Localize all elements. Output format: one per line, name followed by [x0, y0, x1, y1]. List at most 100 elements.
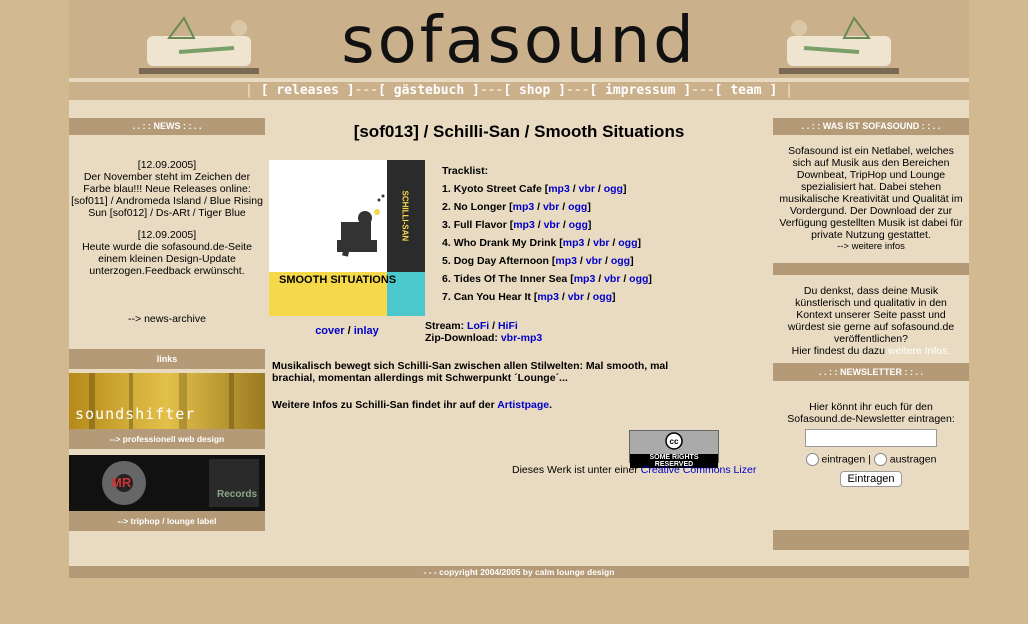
soundshifter-banner[interactable]: soundshifter — [69, 373, 265, 429]
track-title: Can You Hear It — [453, 291, 531, 303]
records-text: Records — [217, 489, 258, 500]
track-6-format-link[interactable]: ogg — [629, 273, 648, 285]
track-2-format-link[interactable]: vbr — [543, 201, 559, 213]
unsubscribe-radio[interactable] — [873, 453, 887, 466]
nav-separator: --- — [479, 83, 504, 98]
svg-text:cc: cc — [670, 437, 679, 446]
mr-records-banner[interactable]: MR Records — [69, 455, 265, 511]
track-4-format-link[interactable]: mp3 — [563, 237, 585, 249]
cc-license-link[interactable]: Creative Commons Lizer — [641, 464, 757, 476]
album-cover[interactable]: SMOOTH SITUATIONS SCHILLI-SAN — [269, 160, 425, 316]
track-row: 7. Can You Hear It [mp3 / vbr / ogg] — [442, 291, 616, 303]
right-sidebar: . . : : WAS IST SOFASOUND : : . . Sofaso… — [773, 118, 969, 550]
submit-more-link[interactable]: weitere Infos. — [888, 345, 950, 357]
track-3-format-link[interactable]: mp3 — [513, 219, 535, 231]
track-number: 4. — [442, 237, 451, 249]
header: sofasound — [69, 0, 969, 78]
stream-lofi-link[interactable]: LoFi — [467, 320, 489, 332]
about-text: Sofasound ist ein Netlabel, welches sich… — [779, 145, 963, 241]
submit-row: Eintragen — [773, 471, 969, 487]
track-2-format-link[interactable]: mp3 — [513, 201, 535, 213]
news-item: [12.09.2005] Heute wurde die sofasound.d… — [69, 229, 265, 277]
zip-download-link[interactable]: vbr-mp3 — [501, 332, 542, 344]
artist-info-text: Weitere Infos zu Schilli-San findet ihr … — [272, 399, 495, 411]
nav-separator: --- — [354, 83, 379, 98]
site-logo[interactable]: sofasound — [269, 6, 769, 76]
about-more-link[interactable]: --> weitere infos — [773, 241, 969, 253]
nav-team[interactable]: [ team ] — [715, 83, 778, 98]
cover-label: SMOOTH SITUATIONS — [279, 274, 397, 286]
news-archive-link[interactable]: --> news-archive — [69, 313, 265, 325]
track-5-format-link[interactable]: vbr — [586, 255, 602, 267]
soundshifter-logo-text: soundshifter — [75, 405, 196, 423]
unsubscribe-label: austragen — [889, 453, 937, 466]
track-7-format-link[interactable]: ogg — [593, 291, 612, 303]
radio-separator: | — [868, 453, 871, 466]
track-title: Full Flavor — [453, 219, 507, 231]
news-text: Der November steht im Zeichen der Farbe … — [71, 171, 263, 219]
news-date: [12.09.2005] — [137, 159, 197, 171]
track-number: 2. — [442, 201, 451, 213]
inlay-link[interactable]: inlay — [354, 325, 379, 337]
download-block: Stream: LoFi / HiFi Zip-Download: vbr-mp… — [425, 320, 543, 344]
mr-logo-text: MR — [111, 475, 132, 490]
track-5-format-link[interactable]: mp3 — [555, 255, 577, 267]
license-pre: Dieses Werk ist unter einer — [512, 464, 638, 476]
news-date: [12.09.2005] — [137, 229, 197, 241]
cc-license-badge[interactable]: cc SOME RIGHTS RESERVED — [629, 430, 719, 468]
track-number: 7. — [442, 291, 451, 303]
track-4-format-link[interactable]: vbr — [593, 237, 609, 249]
track-7-format-link[interactable]: vbr — [568, 291, 584, 303]
nav-releases[interactable]: [ releases ] — [261, 83, 355, 98]
section-divider — [773, 263, 969, 275]
main-content: [sof013] / Schilli-San / Smooth Situatio… — [269, 118, 769, 476]
track-1-format-link[interactable]: vbr — [579, 183, 595, 195]
nav-impressum[interactable]: [ impressum ] — [589, 83, 691, 98]
subscribe-label: eintragen — [821, 453, 866, 466]
mr-records-caption[interactable]: --> triphop / lounge label — [69, 511, 265, 531]
newsletter-submit-button[interactable]: Eintragen — [840, 471, 902, 487]
track-3-format-link[interactable]: vbr — [544, 219, 560, 231]
subscribe-radio[interactable] — [805, 453, 819, 466]
nav-guestbook[interactable]: [ gästebuch ] — [378, 83, 480, 98]
track-row: 4. Who Drank My Drink [mp3 / vbr / ogg] — [442, 237, 642, 249]
track-row: 1. Kyoto Street Cafe [mp3 / vbr / ogg] — [442, 183, 627, 195]
tracklist: Tracklist: 1. Kyoto Street Cafe [mp3 / v… — [442, 162, 652, 306]
stream-hifi-link[interactable]: HiFi — [498, 320, 518, 332]
nav-separator: --- — [565, 83, 590, 98]
track-1-format-link[interactable]: mp3 — [548, 183, 570, 195]
artistpage-link[interactable]: Artistpage — [497, 399, 549, 411]
track-6-format-link[interactable]: mp3 — [574, 273, 596, 285]
submit-info: Hier findest du dazu weitere Infos. — [773, 345, 969, 357]
track-7-format-link[interactable]: mp3 — [537, 291, 559, 303]
track-title: Tides Of The Inner Sea — [453, 273, 568, 285]
footer-copyright: - - - copyright 2004/2005 by calm lounge… — [69, 566, 969, 578]
nav-shop[interactable]: [ shop ] — [503, 83, 566, 98]
sofa-illustration-right — [779, 16, 899, 74]
cover-artist: SCHILLI-SAN — [400, 190, 410, 242]
newsletter-text: Hier könnt ihr euch für den Sofasound.de… — [787, 401, 955, 425]
track-number: 1. — [442, 183, 451, 195]
links-header: links — [69, 349, 265, 369]
nav-separator: --- — [691, 83, 715, 98]
newsletter-header: . . : : NEWSLETTER : : . . — [773, 363, 969, 381]
track-5-format-link[interactable]: ogg — [611, 255, 630, 267]
cover-link[interactable]: cover — [315, 325, 344, 337]
soundshifter-caption[interactable]: --> professionell web design — [69, 429, 265, 449]
track-1-format-link[interactable]: ogg — [604, 183, 623, 195]
track-2-format-link[interactable]: ogg — [568, 201, 587, 213]
left-sidebar: . . : : NEWS : : . . [12.09.2005] Der No… — [69, 118, 265, 531]
newsletter-email-input[interactable] — [805, 429, 937, 447]
news-item: [12.09.2005] Der November steht im Zeich… — [69, 159, 265, 219]
release-title: [sof013] / Schilli-San / Smooth Situatio… — [353, 122, 685, 141]
page: sofasound | [ releases ]---[ gästebuch ]… — [69, 0, 969, 578]
zip-label: Zip-Download: — [425, 332, 498, 344]
artist-info: Weitere Infos zu Schilli-San findet ihr … — [272, 399, 553, 411]
submit-pre: Hier findest du dazu — [791, 345, 885, 357]
main-navigation: | [ releases ]---[ gästebuch ]---[ shop … — [69, 82, 969, 100]
track-4-format-link[interactable]: ogg — [618, 237, 637, 249]
track-6-format-link[interactable]: vbr — [604, 273, 620, 285]
email-row — [773, 429, 969, 447]
license-text: Dieses Werk ist unter einer Creative Com… — [512, 464, 756, 476]
track-3-format-link[interactable]: ogg — [569, 219, 588, 231]
